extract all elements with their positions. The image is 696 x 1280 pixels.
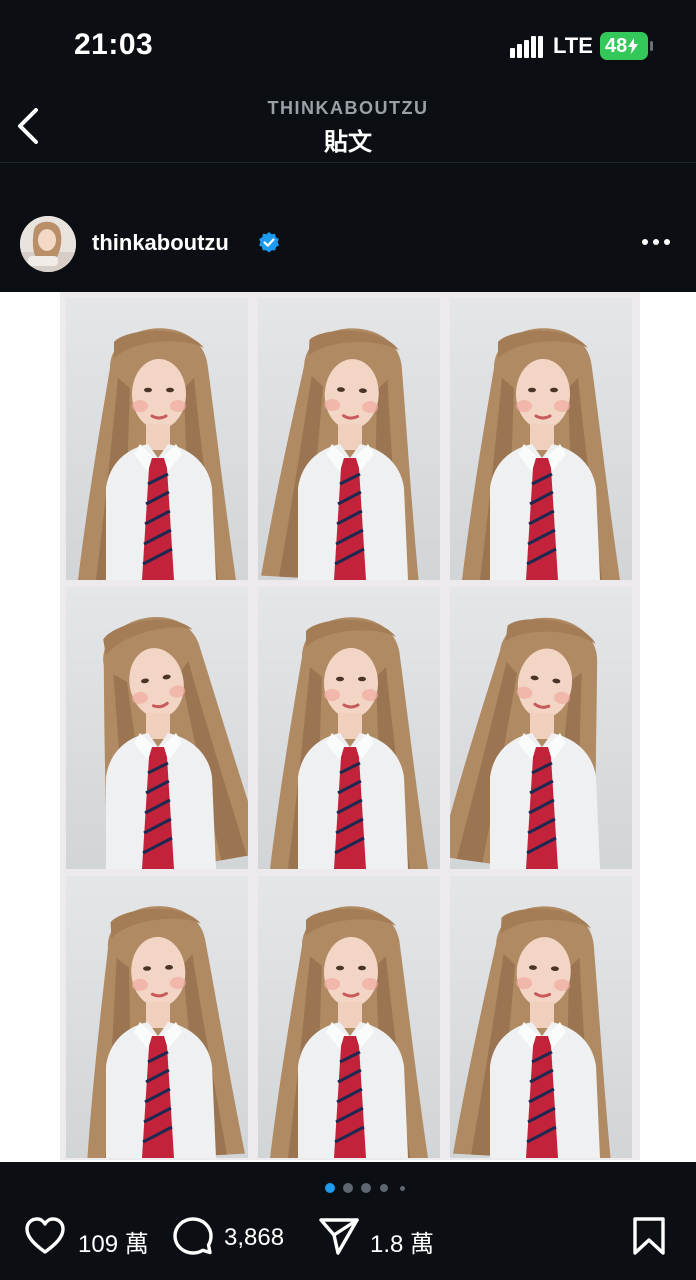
carousel-dot	[343, 1183, 353, 1193]
carousel-dot-active	[325, 1183, 335, 1193]
verified-badge-icon	[259, 232, 279, 253]
status-time: 21:03	[74, 28, 154, 61]
like-count[interactable]: 109 萬	[78, 1224, 149, 1259]
battery-level: 48	[605, 34, 628, 57]
photo-tile	[258, 587, 440, 869]
post-actions: 109 萬 3,868 1.8 萬	[0, 1210, 696, 1270]
photo-tile	[450, 876, 632, 1158]
heart-icon[interactable]	[24, 1216, 66, 1256]
network-type: LTE	[553, 33, 593, 58]
share-count[interactable]: 1.8 萬	[370, 1224, 434, 1259]
carousel-indicator	[0, 1178, 696, 1198]
account-name-header: THINKABOUTZU	[267, 98, 429, 118]
post-image[interactable]	[0, 292, 696, 1162]
header-divider	[0, 162, 696, 163]
post-header: THINKABOUTZU 貼文	[0, 90, 696, 162]
battery-icon: 48	[600, 32, 653, 60]
photo-tile	[258, 298, 440, 580]
comment-icon[interactable]	[172, 1216, 214, 1256]
photo-tile	[66, 587, 248, 869]
photo-tile	[66, 876, 248, 1158]
comment-count[interactable]: 3,868	[224, 1224, 284, 1252]
photo-tile	[450, 298, 632, 580]
post-author-row: thinkaboutzu	[0, 212, 696, 278]
avatar[interactable]	[20, 216, 76, 272]
photo-grid	[60, 292, 640, 1160]
bookmark-icon[interactable]	[630, 1216, 668, 1256]
page-title: 貼文	[324, 129, 372, 156]
carousel-dot	[380, 1184, 388, 1192]
photo-tile	[66, 298, 248, 580]
carousel-dot	[399, 1185, 405, 1191]
photo-tile	[258, 876, 440, 1158]
more-options-icon[interactable]	[641, 236, 671, 248]
signal-icon	[510, 36, 543, 58]
photo-tile	[450, 587, 632, 869]
share-icon[interactable]	[318, 1216, 360, 1256]
charging-bolt-icon	[628, 38, 639, 54]
username[interactable]: thinkaboutzu	[92, 230, 229, 256]
carousel-dot	[361, 1183, 371, 1193]
status-bar: 21:03 LTE 48	[0, 0, 696, 90]
